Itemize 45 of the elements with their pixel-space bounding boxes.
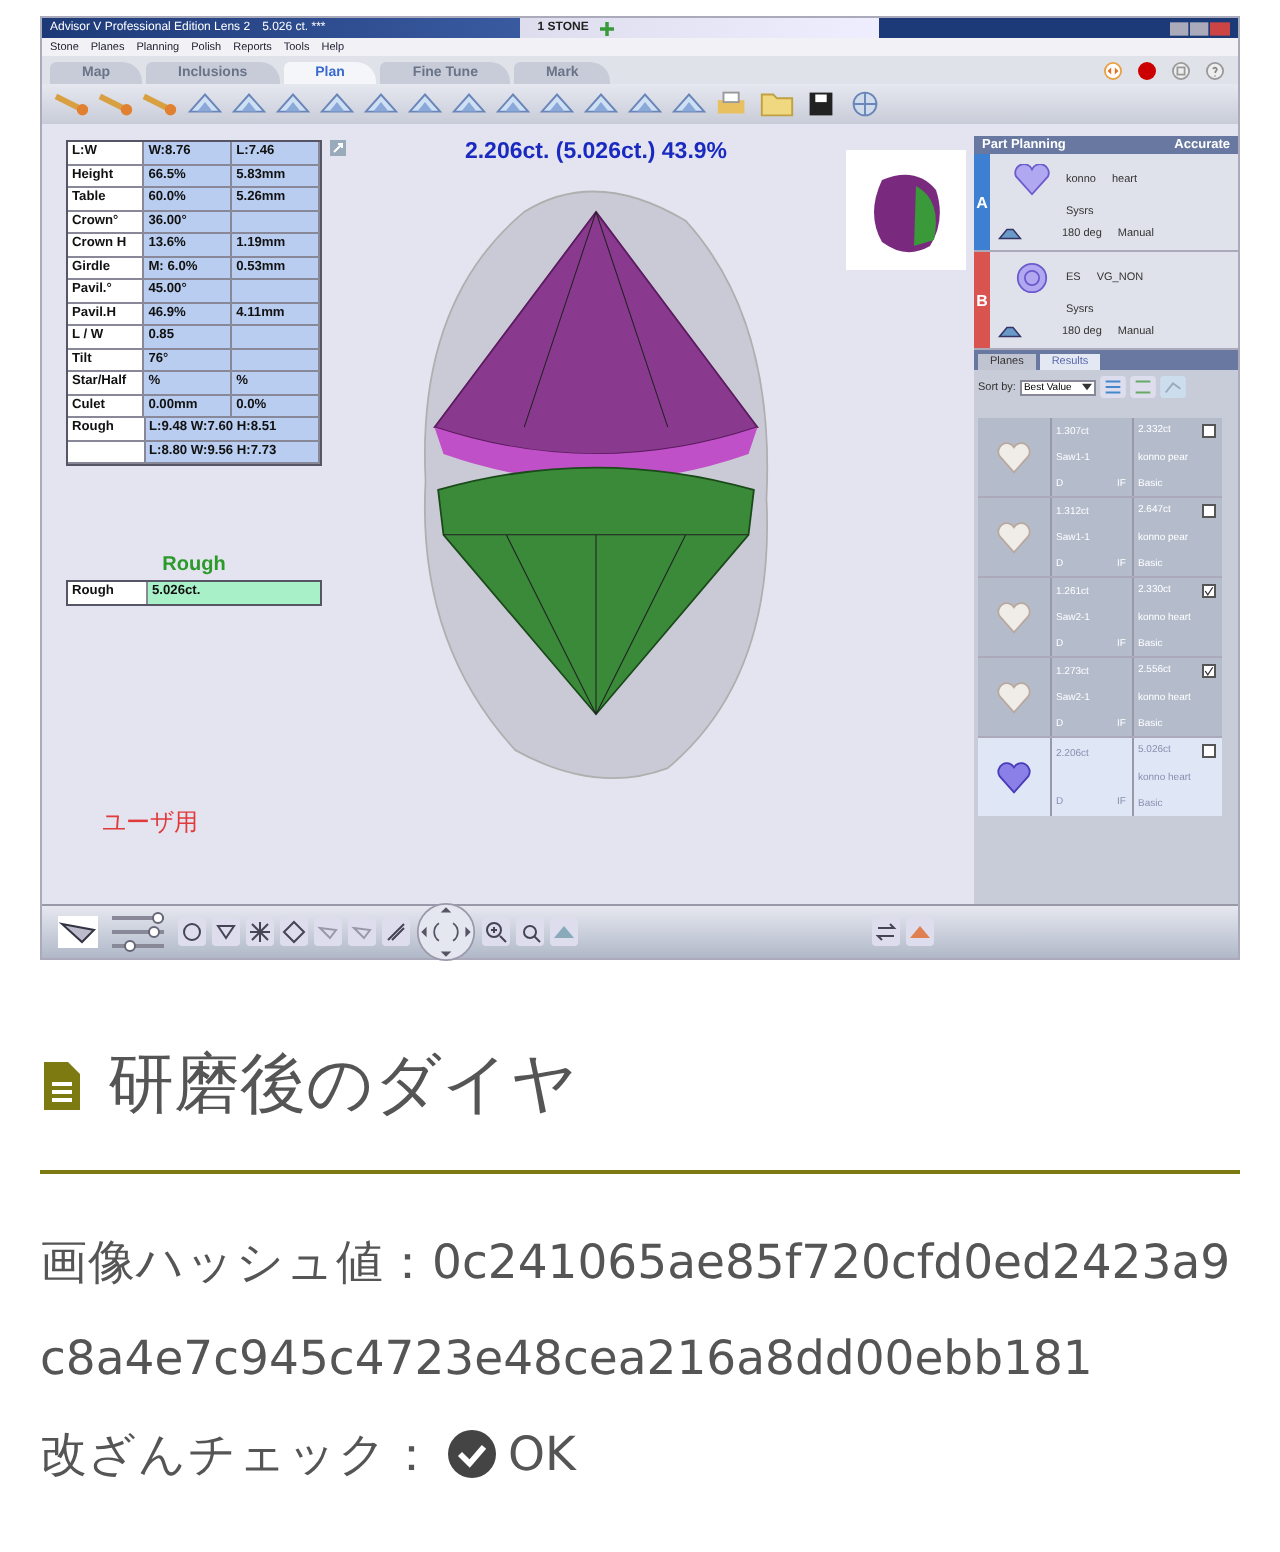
octagon-icon[interactable] <box>178 918 206 946</box>
zoom-icon[interactable] <box>516 918 544 946</box>
round-gem-icon <box>1014 261 1050 294</box>
slider-thumb[interactable] <box>147 926 160 938</box>
arrows-icon[interactable] <box>1104 62 1122 80</box>
plus-icon[interactable] <box>600 21 615 35</box>
gem-thumbnail-drawing <box>846 148 966 272</box>
slider[interactable] <box>112 912 164 924</box>
part-letter: A <box>974 154 990 250</box>
gem-icon[interactable] <box>58 916 98 948</box>
crown-icon[interactable] <box>998 326 1022 339</box>
swap-icon[interactable] <box>872 918 900 946</box>
hatch-icon[interactable] <box>382 918 410 946</box>
window-controls-icon[interactable] <box>1170 21 1230 35</box>
hash-text: 画像ハッシュ値：0c241065ae85f720cfd0ed2423a9c8a4e7c945c4723e48cea216a8dd00ebb181 <box>40 1232 1233 1390</box>
rotate-control-icon[interactable] <box>416 902 476 962</box>
heart-gem-icon <box>1014 163 1050 196</box>
checkbox[interactable] <box>1202 664 1216 679</box>
checkbox[interactable] <box>1202 504 1216 519</box>
help-icon[interactable] <box>1206 62 1224 80</box>
zoom-in-icon[interactable] <box>482 918 510 946</box>
rough-heading: Rough <box>160 554 228 576</box>
slider[interactable] <box>112 926 164 938</box>
slider-thumb[interactable] <box>152 912 165 924</box>
crown-icon[interactable] <box>998 228 1022 241</box>
overlay-label: ユーザ用 <box>102 806 200 840</box>
section-title: 研磨後のダイヤ <box>108 1042 578 1126</box>
expand-icon[interactable] <box>330 140 346 156</box>
part-letter: B <box>974 252 990 348</box>
tamper-check-value: OK <box>508 1424 576 1486</box>
star-icon[interactable] <box>246 918 274 946</box>
checkbox[interactable] <box>1202 424 1216 439</box>
result-heading: 2.206ct. (5.026ct.) 43.9% <box>464 140 728 164</box>
caret-icon <box>1081 382 1092 392</box>
tamper-check-label: 改ざんチェック： <box>40 1424 436 1486</box>
document-icon <box>44 1061 80 1109</box>
check-circle-icon <box>448 1430 496 1478</box>
checkbox[interactable] <box>1202 584 1216 599</box>
chart-icon[interactable] <box>1159 376 1186 398</box>
filter-icon[interactable] <box>1129 376 1156 398</box>
slider-thumb[interactable] <box>124 940 137 952</box>
sort-icon[interactable] <box>1099 376 1126 398</box>
checkbox[interactable] <box>1202 744 1216 759</box>
record-icon[interactable] <box>1138 62 1156 80</box>
diamond-icon[interactable] <box>280 918 308 946</box>
